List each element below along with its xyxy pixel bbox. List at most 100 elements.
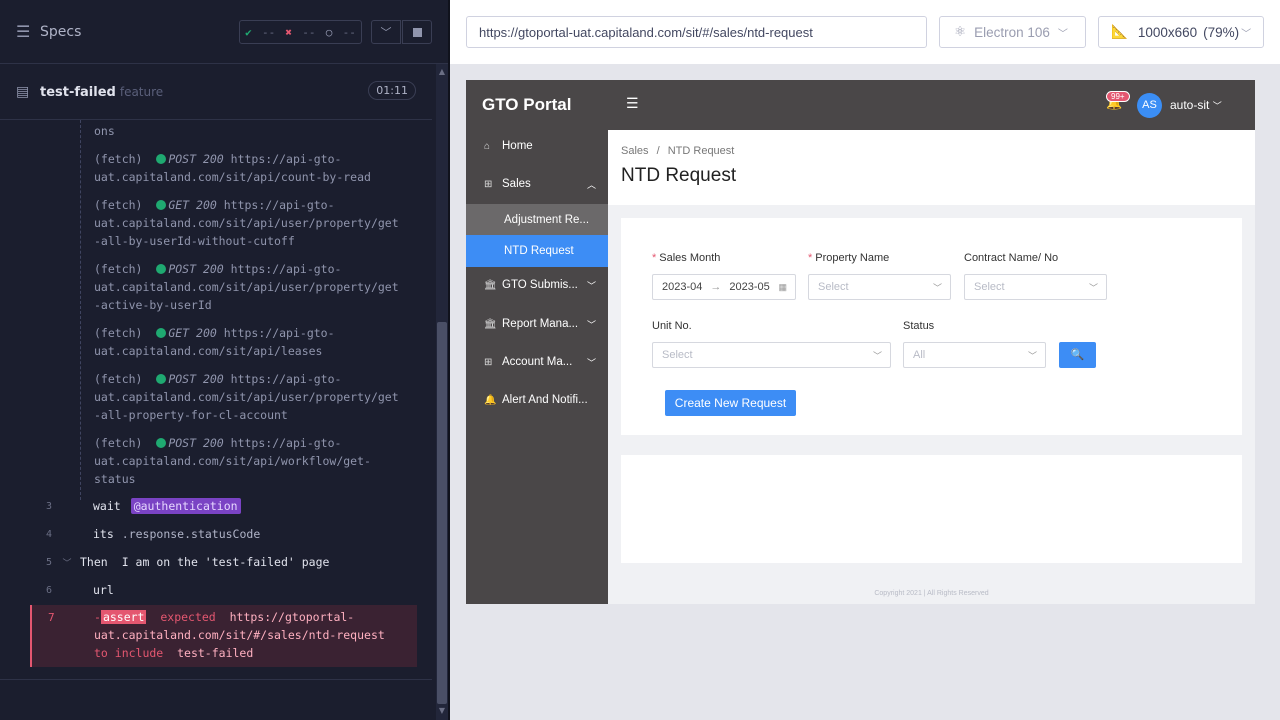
avatar[interactable]: AS	[1137, 93, 1162, 118]
passed-icon: ✔	[245, 25, 252, 39]
breadcrumb-sales[interactable]: Sales	[621, 145, 649, 157]
command-number: 7	[48, 611, 55, 624]
chevron-down-icon: ﹀	[586, 280, 596, 291]
page-header: Sales / NTD Request NTD Request	[608, 130, 1255, 205]
breadcrumb: Sales / NTD Request	[621, 145, 735, 157]
pending-count: --	[342, 25, 356, 39]
search-button[interactable]: 🔍	[1059, 342, 1096, 368]
command-then[interactable]: 5 ﹀ Then I am on the 'test-failed' page	[30, 548, 417, 576]
fetch-log-entry[interactable]: (fetch) POST 200 https://api-gto- uat.ca…	[94, 370, 399, 424]
filter-card: * Sales Month 2023-04 → 2023-05 ▦ * Proper…	[621, 218, 1242, 435]
unit-no-label: Unit No.	[652, 320, 692, 332]
command-wait[interactable]: 3 wait @authentication	[30, 492, 417, 520]
property-name-label: * Property Name	[808, 252, 890, 264]
url-bar[interactable]: https://gtoportal-uat.capitaland.com/sit…	[466, 16, 927, 48]
chevron-down-icon: ﹀	[1241, 28, 1252, 40]
success-dot-icon	[156, 264, 167, 274]
contract-label: Contract Name/ No	[964, 252, 1059, 264]
notification-badge: 99+	[1106, 91, 1130, 102]
chevron-down-icon: ﹀	[1057, 28, 1068, 40]
date-to: 2023-05	[729, 281, 770, 293]
stop-button[interactable]	[402, 20, 432, 44]
command-name: its	[93, 527, 114, 541]
scroll-up-icon[interactable]: ▲	[436, 66, 448, 78]
chevron-down-icon[interactable]: ﹀	[54, 556, 80, 569]
scrollbar-thumb[interactable]	[437, 322, 447, 704]
command-number: 4	[45, 528, 52, 540]
stop-icon	[412, 27, 422, 37]
log-line[interactable]: ons	[94, 122, 115, 140]
status-select[interactable]: All ﹀	[903, 342, 1046, 368]
date-from: 2023-04	[662, 281, 703, 293]
expand-toggle-button[interactable]: ﹀	[371, 20, 401, 44]
success-dot-icon	[156, 438, 167, 448]
calendar-icon: ▦	[778, 281, 787, 292]
sidebar-item-ntd-request[interactable]: NTD Request	[466, 235, 608, 267]
cypress-runner: ☰ Specs ✔ -- ✖ -- ○ -- ﹀ ▤ test-failed f…	[0, 0, 1280, 720]
failed-icon: ✖	[285, 25, 293, 39]
search-icon: 🔍	[1070, 349, 1085, 361]
assert-badge: assert	[100, 610, 147, 624]
page-title: NTD Request	[621, 165, 737, 186]
create-new-request-button[interactable]: Create New Request	[665, 390, 796, 416]
fetch-log-entry[interactable]: (fetch) POST 200 https://api-gto- uat.ca…	[94, 434, 371, 488]
sidebar-item-adjustment[interactable]: Adjustment Re...	[466, 204, 608, 236]
test-stats: ✔ -- ✖ -- ○ --	[239, 20, 362, 44]
main-content: Sales / NTD Request NTD Request * Sales M…	[608, 130, 1255, 604]
scroll-down-icon[interactable]: ▼	[436, 705, 448, 717]
browser-selector[interactable]: ⚛ Electron 106 ﹀	[939, 16, 1086, 48]
viewport-info[interactable]: 📐 1000x660 (79%) ﹀	[1098, 16, 1264, 48]
fetch-log-entry[interactable]: (fetch) POST 200 https://api-gto- uat.ca…	[94, 260, 399, 314]
command-number: 6	[45, 584, 52, 596]
command-name: url	[93, 583, 114, 597]
alias-badge: @authentication	[130, 498, 241, 514]
unit-no-select[interactable]: Select ﹀	[652, 342, 891, 368]
viewport-scale: (79%)	[1203, 24, 1240, 40]
chevron-down-icon: ﹀	[1027, 350, 1037, 361]
bell-icon: 🔔	[484, 394, 497, 406]
success-dot-icon	[156, 374, 167, 384]
fetch-log-entry[interactable]: (fetch) POST 200 https://api-gto- uat.ca…	[94, 150, 371, 186]
pending-icon: ○	[325, 25, 333, 39]
browser-name: Electron 106	[974, 24, 1050, 40]
viewport-size: 1000x660	[1137, 24, 1198, 40]
specs-list-icon[interactable]: ☰	[16, 22, 36, 41]
log-group-line	[80, 120, 81, 500]
sales-month-range[interactable]: 2023-04 → 2023-05 ▦	[652, 274, 796, 300]
app-under-test: GTO Portal ☰ 🔔 99+ AS auto-sit ﹀ ⌂ Home ⊞…	[466, 80, 1255, 604]
command-its[interactable]: 4 its .response.statusCode	[30, 520, 417, 548]
ruler-icon: 📐	[1111, 24, 1128, 39]
specs-label[interactable]: Specs	[40, 24, 81, 40]
menu-toggle-icon[interactable]: ☰	[626, 95, 639, 112]
aut-panel: https://gtoportal-uat.capitaland.com/sit…	[450, 0, 1280, 720]
spec-file-row[interactable]: ▤ test-failed feature 01:11	[0, 65, 432, 120]
chevron-down-icon: ﹀	[1088, 282, 1098, 293]
sidebar-item-report[interactable]: 🏛 Report Mana... ﹀	[466, 308, 608, 340]
spec-duration: 01:11	[368, 81, 416, 100]
property-name-select[interactable]: Select ﹀	[808, 274, 951, 300]
command-message: .response.statusCode	[121, 527, 261, 541]
home-icon: ⌂	[484, 140, 491, 152]
app-header: GTO Portal ☰ 🔔 99+ AS auto-sit ﹀	[466, 80, 1255, 130]
fetch-log-entry[interactable]: (fetch) GET 200 https://api-gto- uat.cap…	[94, 196, 399, 250]
chevron-down-icon: ﹀	[872, 350, 882, 361]
chevron-down-icon: ﹀	[1212, 101, 1222, 111]
failed-assertion[interactable]: 7 - assert expected https://gtoportal- ua…	[30, 605, 417, 667]
contract-select[interactable]: Select ﹀	[964, 274, 1107, 300]
command-url[interactable]: 6 url	[30, 576, 417, 604]
app-logo[interactable]: GTO Portal	[482, 95, 571, 115]
chevron-up-icon: ︿	[586, 179, 596, 190]
sidebar-item-account[interactable]: ⊞ Account Ma... ﹀	[466, 346, 608, 378]
reporter-panel: ☰ Specs ✔ -- ✖ -- ○ -- ﹀ ▤ test-failed f…	[0, 0, 450, 720]
electron-icon: ⚛	[954, 24, 967, 39]
sidebar-item-alert[interactable]: 🔔 Alert And Notifi...	[466, 384, 608, 416]
fetch-log-entry[interactable]: (fetch) GET 200 https://api-gto- uat.cap…	[94, 324, 335, 360]
results-card	[621, 455, 1242, 563]
status-label: Status	[903, 320, 935, 332]
breadcrumb-current: NTD Request	[667, 145, 735, 157]
sidebar-item-sales[interactable]: ⊞ Sales ︿	[466, 168, 608, 200]
user-menu[interactable]: auto-sit ﹀	[1170, 98, 1222, 112]
sidebar-item-home[interactable]: ⌂ Home	[466, 130, 608, 162]
sidebar-item-gto[interactable]: 🏛 GTO Submis... ﹀	[466, 269, 608, 301]
chevron-down-icon: ﹀	[586, 319, 596, 330]
